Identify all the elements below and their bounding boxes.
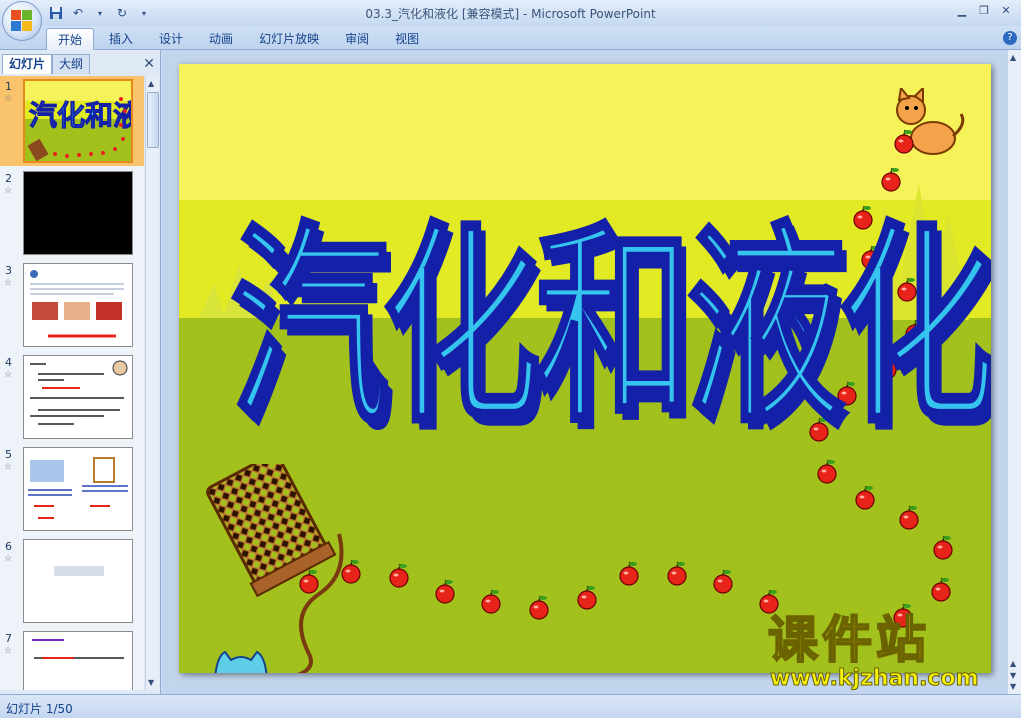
slide-counter: 幻灯片 1/50 bbox=[6, 702, 73, 716]
current-slide[interactable]: 汽化和液化 bbox=[179, 64, 991, 673]
scroll-down-icon[interactable]: ▼ bbox=[148, 678, 154, 687]
animation-star-icon: ☆ bbox=[4, 646, 13, 656]
tab-view[interactable]: 视图 bbox=[384, 28, 430, 50]
tab-design[interactable]: 设计 bbox=[148, 28, 194, 50]
scroll-down-icon[interactable]: ▼ bbox=[1010, 682, 1016, 691]
tab-slides[interactable]: 幻灯片 bbox=[2, 54, 53, 74]
thumbnail-image: 汽化和液化 bbox=[23, 79, 133, 163]
title-bar: ↶ ▾ ↻ ▾ 03.3_汽化和液化 [兼容模式] - Microsoft Po… bbox=[0, 0, 1021, 26]
thumbnail-number: 2 bbox=[5, 172, 12, 185]
thumbnail-list: 1 ☆ 汽化和液化 2 ☆ 3 ☆ bbox=[0, 76, 144, 690]
tab-home[interactable]: 开始 bbox=[46, 28, 95, 50]
window-title: 03.3_汽化和液化 [兼容模式] - Microsoft PowerPoint bbox=[365, 7, 656, 21]
watermark-chinese: 课件站 bbox=[767, 611, 930, 669]
thumbnail-number: 4 bbox=[5, 356, 12, 369]
thumbnail-slide-7[interactable]: 7 ☆ bbox=[0, 628, 144, 690]
office-logo-icon bbox=[11, 10, 33, 32]
watermark-url: www.kjzhan.com bbox=[770, 666, 980, 692]
animation-star-icon: ☆ bbox=[4, 554, 13, 564]
thumbnail-number: 3 bbox=[5, 264, 12, 277]
thumbnail-number: 6 bbox=[5, 540, 12, 553]
scrollbar-thumb[interactable] bbox=[147, 92, 159, 148]
animation-star-icon: ☆ bbox=[4, 278, 13, 288]
help-icon[interactable]: ? bbox=[1003, 31, 1017, 45]
thumbnail-number: 1 bbox=[5, 80, 12, 93]
animation-star-icon: ☆ bbox=[4, 462, 13, 472]
next-slide-icon[interactable]: ▼ bbox=[1010, 671, 1016, 680]
thumbnail-number: 7 bbox=[5, 632, 12, 645]
thumbnail-slide-1[interactable]: 1 ☆ 汽化和液化 bbox=[0, 76, 144, 166]
site-watermark: 课件站 www.kjzhan.com bbox=[767, 611, 1004, 692]
animation-star-icon: ☆ bbox=[4, 370, 13, 380]
svg-text:汽化和液化: 汽化和液化 bbox=[29, 99, 133, 132]
restore-icon[interactable]: ❐ bbox=[975, 2, 993, 18]
tab-animations[interactable]: 动画 bbox=[198, 28, 244, 50]
close-pane-icon[interactable]: ✕ bbox=[143, 56, 155, 72]
thumbnail-slide-2[interactable]: 2 ☆ bbox=[0, 168, 144, 258]
animation-star-icon: ☆ bbox=[4, 94, 13, 104]
slide-scrollbar[interactable]: ▲ ▲ ▼ ▼ bbox=[1007, 50, 1021, 694]
close-icon[interactable]: ✕ bbox=[997, 2, 1015, 18]
tab-insert[interactable]: 插入 bbox=[98, 28, 144, 50]
thumbnail-image bbox=[23, 355, 133, 439]
thumbnail-image bbox=[23, 447, 133, 531]
ribbon-tab-bar: 开始 插入 设计 动画 幻灯片放映 审阅 视图 ? bbox=[0, 26, 1021, 50]
animation-star-icon: ☆ bbox=[4, 186, 13, 196]
status-bar: 幻灯片 1/50 bbox=[0, 694, 1021, 718]
office-button[interactable] bbox=[2, 1, 42, 41]
thumbnail-image bbox=[23, 171, 133, 255]
thumbnail-scrollbar[interactable]: ▲ ▼ bbox=[145, 76, 159, 690]
thumbnail-slide-4[interactable]: 4 ☆ bbox=[0, 352, 144, 442]
thumbnail-slide-6[interactable]: 6 ☆ bbox=[0, 536, 144, 626]
scroll-up-icon[interactable]: ▲ bbox=[1010, 53, 1016, 62]
thumbnail-slide-5[interactable]: 5 ☆ bbox=[0, 444, 144, 534]
previous-slide-icon[interactable]: ▲ bbox=[1010, 659, 1016, 668]
thumbnail-slide-3[interactable]: 3 ☆ bbox=[0, 260, 144, 350]
slide-editing-area: 汽化和液化 bbox=[162, 50, 1007, 694]
thumbnail-number: 5 bbox=[5, 448, 12, 461]
minimize-icon[interactable]: ▁ bbox=[953, 2, 971, 18]
scroll-up-icon[interactable]: ▲ bbox=[148, 79, 154, 88]
slide-title[interactable]: 汽化和液化 bbox=[230, 154, 992, 463]
tab-review[interactable]: 审阅 bbox=[334, 28, 380, 50]
slides-pane: 幻灯片 大纲 ✕ 1 ☆ 汽化和液化 2 ☆ bbox=[0, 50, 161, 694]
thumbnail-image bbox=[23, 263, 133, 347]
thumbnail-image bbox=[23, 631, 133, 690]
tab-slideshow[interactable]: 幻灯片放映 bbox=[248, 28, 330, 50]
window-controls: ▁ ❐ ✕ bbox=[953, 2, 1015, 18]
thumbnail-image bbox=[23, 539, 133, 623]
tab-outline[interactable]: 大纲 bbox=[52, 54, 91, 74]
